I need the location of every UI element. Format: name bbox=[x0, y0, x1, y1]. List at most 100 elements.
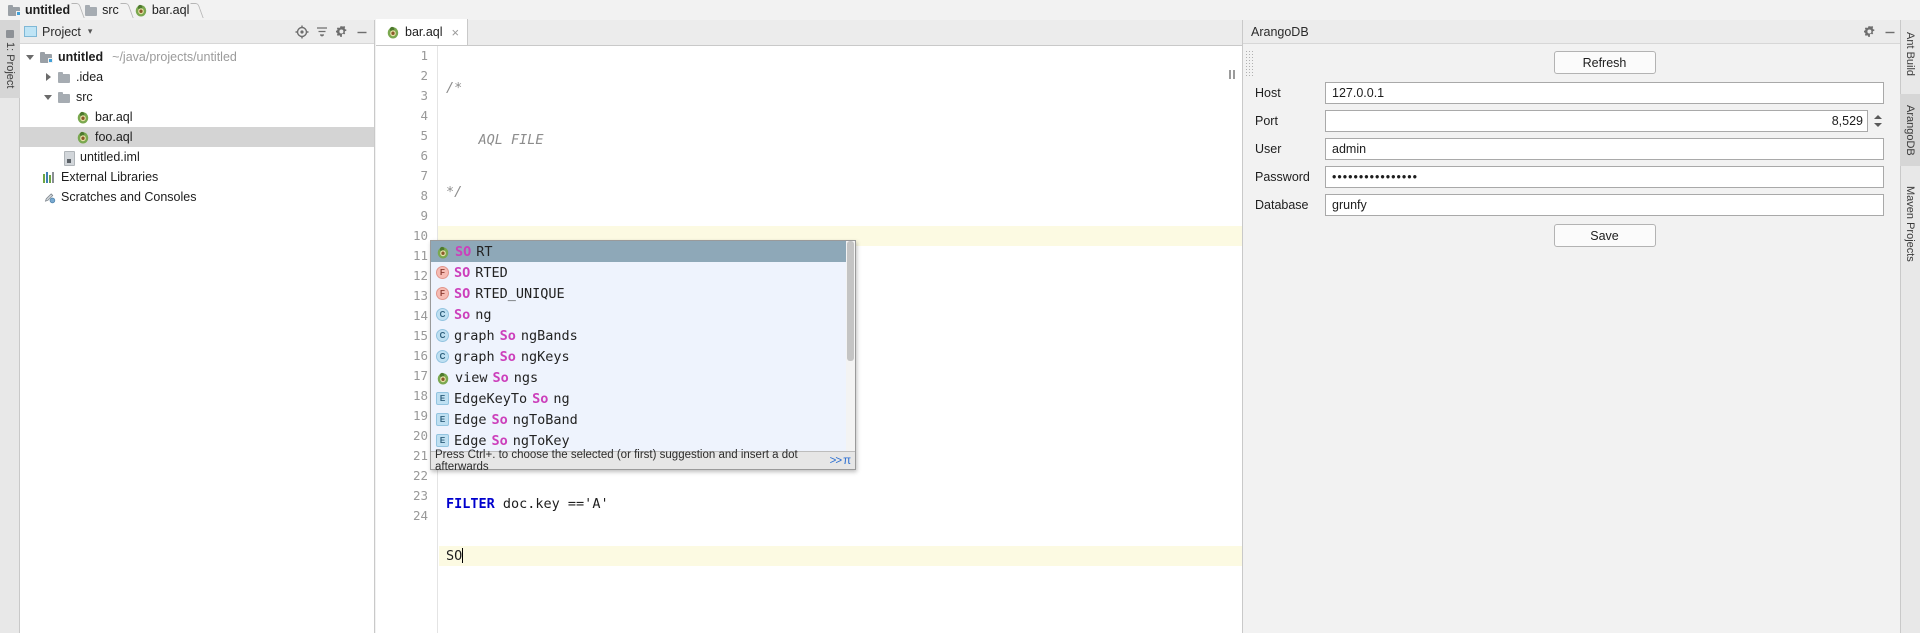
drag-handle[interactable] bbox=[1245, 50, 1253, 76]
scrollbar-thumb[interactable] bbox=[847, 241, 854, 361]
project-panel-title[interactable]: Project ▾ bbox=[24, 25, 92, 39]
user-input[interactable]: admin bbox=[1325, 138, 1884, 160]
field-row-user: User admin bbox=[1243, 138, 1902, 160]
sidebar-item-arangodb[interactable]: ArangoDB bbox=[1900, 94, 1920, 166]
arangodb-panel: ArangoDB Refresh Host 127.0.0.1 Port 8,5… bbox=[1242, 20, 1902, 633]
tree-item-external-libraries[interactable]: External Libraries bbox=[20, 167, 374, 187]
line-number: 2 bbox=[420, 68, 428, 83]
field-row-password: Password •••••••••••••••• bbox=[1243, 166, 1902, 188]
autocomplete-match: So bbox=[492, 369, 509, 386]
edge-badge-icon: E bbox=[436, 392, 449, 405]
folder-icon bbox=[58, 91, 71, 103]
minimize-icon[interactable] bbox=[354, 24, 370, 40]
close-icon[interactable]: × bbox=[452, 26, 460, 39]
autocomplete-prefix: EdgeKeyTo bbox=[454, 390, 528, 407]
gear-icon[interactable] bbox=[334, 24, 350, 40]
tab-bar-aql[interactable]: bar.aql × bbox=[376, 19, 469, 45]
expand-arrow-icon[interactable] bbox=[44, 93, 53, 102]
breadcrumb-separator bbox=[73, 0, 82, 20]
function-badge-icon: F bbox=[436, 266, 449, 279]
autocomplete-match: So bbox=[499, 348, 516, 365]
expand-arrow-icon[interactable] bbox=[44, 72, 53, 82]
autocomplete-prefix: graph bbox=[454, 348, 495, 365]
project-panel-header: Project ▾ bbox=[20, 20, 374, 44]
expand-hint-icon[interactable]: >> bbox=[830, 455, 842, 467]
stepper-down-icon[interactable] bbox=[1874, 123, 1882, 127]
expand-arrow-icon[interactable] bbox=[26, 53, 35, 62]
code-line-1: /* bbox=[439, 78, 1242, 98]
password-input[interactable]: •••••••••••••••• bbox=[1325, 166, 1884, 188]
project-panel-title-label: Project bbox=[42, 24, 81, 39]
sidebar-item-maven-projects[interactable]: Maven Projects bbox=[1900, 172, 1920, 276]
breadcrumb: untitled src bar.aql bbox=[0, 0, 1920, 20]
autocomplete-match: SO bbox=[454, 264, 471, 281]
breadcrumb-separator bbox=[192, 0, 201, 20]
port-label: Port bbox=[1255, 114, 1278, 128]
iml-file-icon bbox=[63, 150, 75, 166]
autocomplete-item-sorted-unique[interactable]: F SO RTED_UNIQUE bbox=[431, 283, 855, 304]
autocomplete-popup[interactable]: SO RT F SO RTED F SO RTED_UNIQUE C So ng C g… bbox=[430, 240, 856, 473]
password-label: Password bbox=[1255, 170, 1310, 184]
line-number: 16 bbox=[412, 348, 428, 363]
database-input[interactable]: grunfy bbox=[1325, 194, 1884, 216]
refresh-button[interactable]: Refresh bbox=[1553, 51, 1656, 74]
module-icon bbox=[40, 51, 53, 63]
line-number: 23 bbox=[412, 488, 428, 503]
sidebar-item-project-tool[interactable]: 1: Project bbox=[0, 20, 20, 98]
breadcrumb-label: bar.aql bbox=[151, 3, 190, 17]
target-icon[interactable] bbox=[294, 24, 310, 40]
line-number: 12 bbox=[412, 268, 428, 283]
autocomplete-item-viewsongs[interactable]: view So ngs bbox=[431, 367, 855, 388]
breadcrumb-separator bbox=[122, 0, 131, 20]
autocomplete-item-graphsongkeys[interactable]: C graph So ngKeys bbox=[431, 346, 855, 367]
collapse-all-icon[interactable] bbox=[314, 24, 330, 40]
save-button[interactable]: Save bbox=[1553, 224, 1656, 247]
tree-item-idea[interactable]: .idea bbox=[20, 67, 374, 87]
function-badge-icon: F bbox=[436, 287, 449, 300]
autocomplete-item-graphsongbands[interactable]: C graph So ngBands bbox=[431, 325, 855, 346]
autocomplete-item-edgesongtoband[interactable]: E Edge So ngToBand bbox=[431, 409, 855, 430]
code-token: AQL FILE bbox=[446, 132, 544, 148]
port-stepper[interactable] bbox=[1871, 111, 1884, 131]
breadcrumb-item-src[interactable]: src bbox=[83, 0, 121, 20]
breadcrumb-item-file[interactable]: bar.aql bbox=[132, 0, 192, 20]
autocomplete-prefix: Edge bbox=[454, 432, 487, 449]
tree-item-label: bar.aql bbox=[95, 110, 133, 124]
host-label: Host bbox=[1255, 86, 1281, 100]
view-icon bbox=[436, 371, 450, 385]
edge-badge-icon: E bbox=[436, 413, 449, 426]
autocomplete-item-sort[interactable]: SO RT bbox=[431, 241, 855, 262]
arangodb-panel-header: ArangoDB bbox=[1243, 20, 1902, 44]
autocomplete-item-edgekeytosong[interactable]: E EdgeKeyTo So ng bbox=[431, 388, 855, 409]
tree-item-bar-aql[interactable]: bar.aql bbox=[20, 107, 374, 127]
right-tool-strip: Ant Build ArangoDB Maven Projects bbox=[1900, 20, 1920, 633]
tree-item-foo-aql[interactable]: foo.aql bbox=[20, 127, 374, 147]
folder-icon bbox=[85, 4, 98, 16]
host-input[interactable]: 127.0.0.1 bbox=[1325, 82, 1884, 104]
pi-icon[interactable]: π bbox=[843, 455, 851, 467]
gear-icon[interactable] bbox=[1862, 24, 1878, 40]
autocomplete-prefix: view bbox=[455, 369, 488, 386]
line-number: 1 bbox=[420, 48, 428, 63]
port-input[interactable]: 8,529 bbox=[1325, 110, 1868, 132]
text-caret bbox=[462, 548, 464, 563]
line-number: 19 bbox=[412, 408, 428, 423]
tree-item-scratches-and-consoles[interactable]: Scratches and Consoles bbox=[20, 187, 374, 207]
aql-file-icon bbox=[76, 130, 90, 144]
minimize-icon[interactable] bbox=[1882, 24, 1898, 40]
autocomplete-rest: ng bbox=[553, 390, 570, 407]
tree-item-src[interactable]: src bbox=[20, 87, 374, 107]
sidebar-item-ant-build[interactable]: Ant Build bbox=[1900, 20, 1920, 88]
autocomplete-item-sorted[interactable]: F SO RTED bbox=[431, 262, 855, 283]
stepper-up-icon[interactable] bbox=[1874, 115, 1882, 119]
breadcrumb-item-project[interactable]: untitled bbox=[6, 0, 72, 20]
autocomplete-scrollbar[interactable] bbox=[846, 241, 855, 451]
autocomplete-item-song[interactable]: C So ng bbox=[431, 304, 855, 325]
aql-file-icon bbox=[386, 25, 400, 39]
project-view-icon bbox=[24, 26, 37, 37]
tree-item-untitled[interactable]: untitled ~/java/projects/untitled bbox=[20, 47, 374, 67]
chevron-down-icon[interactable]: ▾ bbox=[88, 26, 93, 37]
tree-item-untitled-iml[interactable]: untitled.iml bbox=[20, 147, 374, 167]
line-number: 6 bbox=[420, 148, 428, 163]
tree-item-label: foo.aql bbox=[95, 130, 133, 144]
